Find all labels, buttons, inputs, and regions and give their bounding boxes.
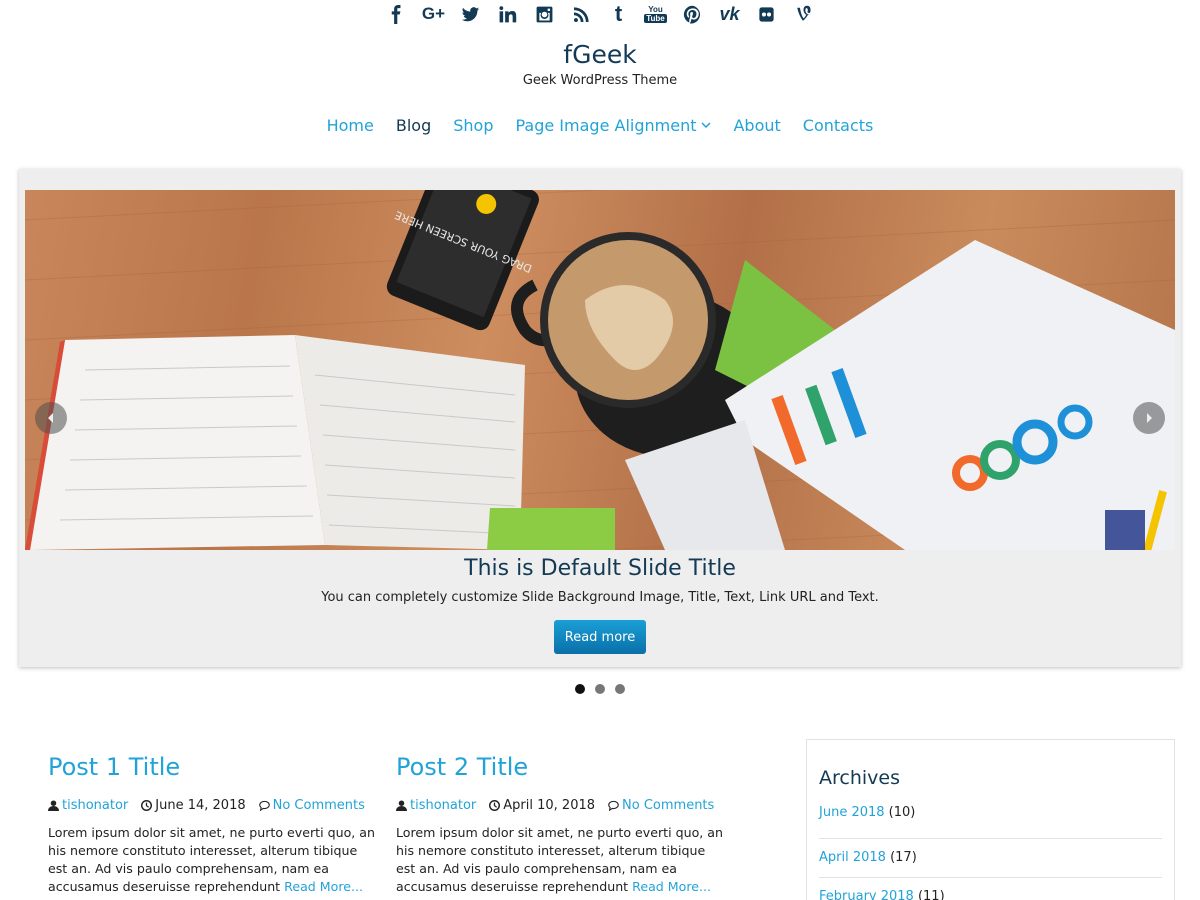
nav-item-label: Page Image Alignment	[515, 116, 697, 135]
slider-dot-2[interactable]	[595, 684, 605, 694]
hero-slider: DRAG YOUR SCREEN HERE This is Default Sl…	[19, 169, 1181, 667]
tumblr-icon[interactable]: t	[600, 1, 637, 27]
post-meta: tishonator June 14, 2018 No Comments	[48, 796, 378, 814]
nav-item-label: About	[733, 116, 781, 135]
facebook-icon[interactable]	[378, 1, 415, 27]
user-icon	[396, 799, 407, 811]
nav-item-shop[interactable]: Shop	[442, 116, 504, 135]
slider-dot-3[interactable]	[615, 684, 625, 694]
chevron-down-icon	[701, 122, 712, 129]
slider-prev-button[interactable]	[35, 402, 67, 434]
pinterest-icon[interactable]	[674, 1, 711, 27]
post-read-more-link[interactable]: Read More...	[284, 879, 363, 894]
vine-icon[interactable]	[785, 1, 822, 27]
post-author-link[interactable]: tishonator	[62, 798, 128, 813]
post-author-link[interactable]: tishonator	[410, 798, 476, 813]
google-plus-icon[interactable]: G+	[415, 1, 452, 27]
slide-read-more-button[interactable]: Read more	[554, 620, 646, 654]
instagram-icon[interactable]	[526, 1, 563, 27]
archive-item: June 2018 (10)	[819, 800, 1162, 839]
user-icon	[48, 799, 59, 811]
post-card: Post 2 Title tishonator April 10, 2018 N…	[396, 752, 726, 896]
post-title[interactable]: Post 1 Title	[48, 752, 378, 782]
nav-item-about[interactable]: About	[722, 116, 791, 135]
site-tagline: Geek WordPress Theme	[522, 73, 678, 88]
archive-count: (17)	[890, 850, 917, 865]
clock-icon	[489, 799, 501, 811]
nav-item-home[interactable]: Home	[316, 116, 385, 135]
archive-item: February 2018 (11)	[819, 878, 1162, 900]
post-date: June 14, 2018	[155, 797, 246, 813]
rss-icon[interactable]	[563, 1, 600, 27]
social-bar: G+ t You Tube vk	[0, 0, 1200, 28]
slider-pagination	[0, 684, 1200, 694]
comment-icon	[608, 800, 619, 811]
archive-link[interactable]: April 2018	[819, 850, 886, 865]
nav-item-page-image-alignment[interactable]: Page Image Alignment	[504, 116, 722, 135]
archive-link[interactable]: June 2018	[819, 805, 885, 820]
archive-count: (10)	[888, 805, 916, 820]
nav-item-label: Contacts	[802, 116, 874, 135]
archives-widget: Archives June 2018 (10) April 2018 (17) …	[806, 739, 1175, 900]
main-nav: Home Blog Shop Page Image Alignment Abou…	[0, 116, 1200, 135]
post-comments-link[interactable]: No Comments	[622, 798, 714, 813]
post-excerpt: Lorem ipsum dolor sit amet, ne purto eve…	[396, 824, 726, 896]
youtube-icon-top: You	[648, 5, 663, 14]
post-card: Post 1 Title tishonator June 14, 2018 No…	[48, 752, 378, 896]
archive-item: April 2018 (17)	[819, 839, 1162, 878]
vk-icon[interactable]: vk	[711, 1, 748, 27]
slide-image: DRAG YOUR SCREEN HERE	[25, 190, 1175, 550]
chevron-left-icon	[48, 413, 53, 423]
slider-dot-1[interactable]	[575, 684, 585, 694]
post-meta: tishonator April 10, 2018 No Comments	[396, 796, 726, 814]
post-read-more-link[interactable]: Read More...	[632, 879, 711, 894]
flickr-icon[interactable]	[748, 1, 785, 27]
nav-item-label: Home	[326, 116, 374, 135]
slider-next-button[interactable]	[1133, 402, 1165, 434]
nav-item-label: Blog	[395, 116, 432, 135]
nav-item-contacts[interactable]: Contacts	[792, 116, 885, 135]
comment-icon	[258, 800, 270, 811]
nav-item-label: Shop	[453, 116, 494, 135]
post-comments-link[interactable]: No Comments	[273, 798, 365, 813]
youtube-icon[interactable]: You Tube	[637, 1, 674, 27]
site-title[interactable]: fGeek	[0, 40, 1200, 69]
post-excerpt: Lorem ipsum dolor sit amet, ne purto eve…	[48, 824, 378, 896]
twitter-icon[interactable]	[452, 1, 489, 27]
desk-scene-illustration: DRAG YOUR SCREEN HERE	[25, 190, 1175, 550]
nav-item-blog[interactable]: Blog	[385, 116, 442, 135]
slide-text: You can completely customize Slide Backg…	[321, 590, 879, 605]
youtube-icon-bottom: Tube	[644, 14, 667, 23]
archive-count: (11)	[917, 889, 945, 900]
post-date: April 10, 2018	[503, 797, 596, 813]
clock-icon	[141, 799, 153, 811]
archive-link[interactable]: February 2018	[819, 889, 914, 900]
post-title[interactable]: Post 2 Title	[396, 752, 726, 782]
chevron-right-icon	[1147, 413, 1152, 423]
widget-title: Archives	[819, 767, 900, 789]
linkedin-icon[interactable]	[489, 1, 526, 27]
slide-title: This is Default Slide Title	[464, 556, 736, 581]
